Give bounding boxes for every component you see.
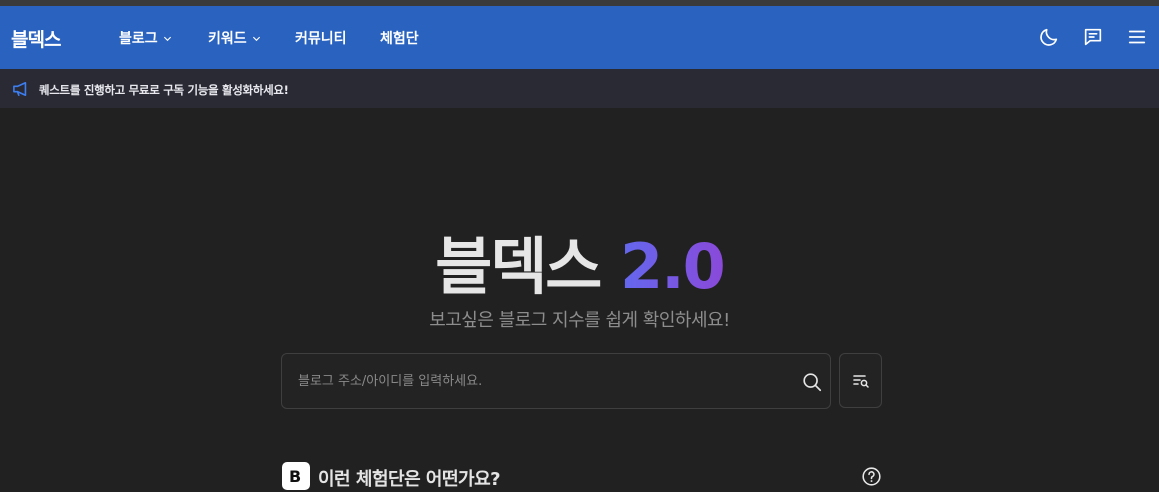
top-navbar: 블덱스 블로그 키워드 커뮤니티 체험단 [0,6,1159,69]
chevron-down-icon [163,36,171,41]
section-title: 이런 체험단은 어떤가요? [318,469,501,490]
megaphone-icon [13,81,27,97]
hero-title-main: 블덱스 [435,230,602,303]
nav-blog[interactable]: 블로그 [119,28,172,48]
section-logo: B [282,462,310,490]
hero-subtitle: 보고싶은 블로그 지수를 쉽게 확인하세요! [429,310,730,331]
nav-keyword[interactable]: 키워드 [208,28,261,48]
chat-icon[interactable] [1082,26,1104,48]
question-circle-icon[interactable] [861,466,882,487]
section-logo-letter: B [289,467,302,486]
nav-blog-label: 블로그 [119,31,158,47]
list-search-button[interactable] [839,353,882,408]
experience-section-header: B 이런 체험단은 어떤가요? [282,462,882,492]
search-icon[interactable] [801,371,823,393]
nav-community[interactable]: 커뮤니티 [295,28,347,48]
brand-logo[interactable]: 블덱스 [11,25,61,52]
moon-icon[interactable] [1038,26,1060,48]
nav-experience-group-label: 체험단 [380,31,419,47]
nav-keyword-label: 키워드 [208,31,247,47]
list-search-icon [853,375,869,388]
hero-title: 블덱스 2.0 [0,216,1159,306]
hero-title-version: 2.0 [619,230,726,303]
notice-text: 퀘스트를 진행하고 무료로 구독 기능을 활성화하세요! [39,83,289,97]
notice-bar[interactable]: 퀘스트를 진행하고 무료로 구독 기능을 활성화하세요! [0,69,1159,108]
search-input[interactable] [298,370,778,392]
menu-icon[interactable] [1126,26,1148,48]
nav-community-label: 커뮤니티 [295,31,347,47]
search-box [281,353,831,409]
chevron-down-icon [252,36,260,41]
nav-experience-group[interactable]: 체험단 [380,28,419,48]
